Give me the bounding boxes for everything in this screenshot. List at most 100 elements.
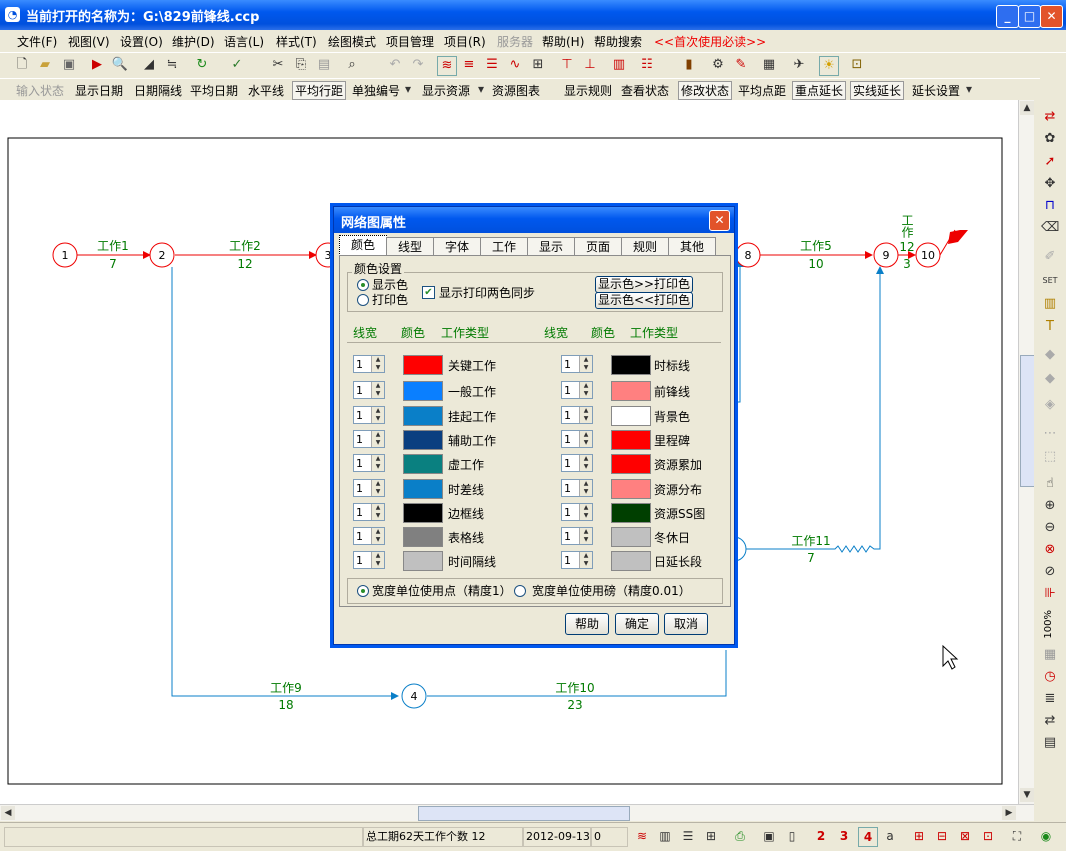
hierarchy-icon[interactable]: ⊞ bbox=[529, 56, 547, 74]
line-width-spinner[interactable]: 1 ▲ ▼ bbox=[353, 503, 385, 521]
dash-icon[interactable]: ⋯ bbox=[1041, 425, 1059, 443]
minimize-button[interactable]: _ bbox=[996, 5, 1019, 28]
text-tool-icon[interactable]: T bbox=[1041, 318, 1059, 336]
find-icon[interactable]: ⌕ bbox=[343, 56, 361, 74]
input-status-button[interactable]: 输入状态 bbox=[16, 82, 64, 99]
horizontal-scroll-thumb[interactable] bbox=[418, 806, 630, 821]
lines-icon[interactable]: ≣ bbox=[1041, 690, 1059, 708]
edit-icon[interactable]: ✎ bbox=[732, 56, 750, 74]
tab-page[interactable]: 页面 bbox=[574, 237, 622, 256]
calendar-icon[interactable]: ▦ bbox=[760, 56, 778, 74]
menu-style[interactable]: 样式(T) bbox=[276, 33, 317, 50]
ok-button[interactable]: 确定 bbox=[615, 613, 659, 635]
status-distribute-icon[interactable]: ⊟ bbox=[933, 827, 951, 845]
status-level-3-icon[interactable]: 3 bbox=[835, 827, 853, 845]
plane-icon[interactable]: ✈ bbox=[790, 56, 808, 74]
hand-icon[interactable]: ☝ bbox=[1041, 475, 1059, 493]
scroll-left-icon[interactable]: ◀ bbox=[1, 806, 15, 820]
connect-icon[interactable]: ⊓ bbox=[1041, 197, 1059, 215]
scroll-down-icon[interactable]: ▼ bbox=[1020, 788, 1034, 802]
status-expand-icon[interactable]: ⊠ bbox=[956, 827, 974, 845]
status-align-icon[interactable]: ⊞ bbox=[910, 827, 928, 845]
show-date-button[interactable]: 显示日期 bbox=[75, 82, 123, 99]
pointer-icon[interactable]: ➚ bbox=[1041, 153, 1059, 171]
eraser-icon[interactable]: ⌫ bbox=[1041, 219, 1059, 237]
color-swatch[interactable] bbox=[403, 527, 443, 547]
status-network-icon[interactable]: ≋ bbox=[633, 827, 651, 845]
status-columns-icon[interactable]: ▥ bbox=[656, 827, 674, 845]
layer-icon[interactable]: ◆ bbox=[1041, 370, 1059, 388]
swap-icon[interactable]: ⇄ bbox=[1041, 712, 1059, 730]
line-width-spinner[interactable]: 1 ▲ ▼ bbox=[353, 454, 385, 472]
add-node-icon[interactable]: ⇄ bbox=[1041, 108, 1059, 126]
line-width-spinner[interactable]: 1 ▲ ▼ bbox=[561, 503, 593, 521]
report-icon[interactable]: ▥ bbox=[1041, 295, 1059, 313]
color-swatch[interactable] bbox=[403, 430, 443, 450]
open-folder-icon[interactable]: ▰ bbox=[36, 56, 54, 74]
scroll-up-icon[interactable]: ▲ bbox=[1020, 101, 1034, 115]
view-status-button[interactable]: 查看状态 bbox=[621, 82, 669, 99]
curve-icon[interactable]: ∿ bbox=[506, 56, 524, 74]
line-width-spinner[interactable]: 1 ▲ ▼ bbox=[561, 381, 593, 399]
save-icon[interactable]: ▣ bbox=[60, 56, 78, 74]
separate-numbering-dropdown[interactable]: ▾ bbox=[405, 82, 411, 96]
paste-icon[interactable]: ▤ bbox=[315, 56, 333, 74]
spinner-arrows-icon[interactable]: ▲ ▼ bbox=[579, 480, 592, 496]
line-width-spinner[interactable]: 1 ▲ ▼ bbox=[561, 355, 593, 373]
books-icon[interactable]: ▮ bbox=[680, 56, 698, 74]
spinner-arrows-icon[interactable]: ▲ ▼ bbox=[371, 552, 384, 568]
horizontal-line-button[interactable]: 水平线 bbox=[248, 82, 284, 99]
status-text-icon[interactable]: a bbox=[881, 827, 899, 845]
line-width-spinner[interactable]: 1 ▲ ▼ bbox=[561, 551, 593, 569]
status-level-2-icon[interactable]: 2 bbox=[812, 827, 830, 845]
color-swatch[interactable] bbox=[403, 406, 443, 426]
dialog-close-button[interactable]: ✕ bbox=[709, 210, 730, 231]
color-swatch[interactable] bbox=[611, 503, 651, 523]
zoom-region-icon[interactable]: ⊘ bbox=[1041, 563, 1059, 581]
status-page-icon[interactable]: ▣ bbox=[760, 827, 778, 845]
spinner-arrows-icon[interactable]: ▲ ▼ bbox=[579, 455, 592, 471]
table-view-icon[interactable]: ☰ bbox=[483, 56, 501, 74]
menu-project[interactable]: 项目(R) bbox=[444, 33, 486, 50]
resource-chart-button[interactable]: 资源图表 bbox=[492, 82, 540, 99]
average-point-spacing-button[interactable]: 平均点距 bbox=[738, 82, 786, 99]
line-width-spinner[interactable]: 1 ▲ ▼ bbox=[353, 479, 385, 497]
layer-up-icon[interactable]: ◆ bbox=[1041, 346, 1059, 364]
new-file-icon[interactable]: 🗋 bbox=[13, 56, 31, 74]
menu-view[interactable]: 视图(V) bbox=[68, 33, 110, 50]
color-swatch[interactable] bbox=[611, 355, 651, 375]
color-swatch[interactable] bbox=[611, 527, 651, 547]
copy-icon[interactable]: ⎘ bbox=[292, 56, 310, 74]
color-swatch[interactable] bbox=[611, 406, 651, 426]
spinner-arrows-icon[interactable]: ▲ ▼ bbox=[371, 528, 384, 544]
palette-icon[interactable]: ✿ bbox=[1041, 130, 1059, 148]
color-swatch[interactable] bbox=[611, 430, 651, 450]
set-icon[interactable]: SET bbox=[1041, 272, 1059, 290]
refresh-icon[interactable]: ↻ bbox=[193, 56, 211, 74]
spinner-arrows-icon[interactable]: ▲ ▼ bbox=[579, 431, 592, 447]
spinner-arrows-icon[interactable]: ▲ ▼ bbox=[371, 382, 384, 398]
check-icon[interactable]: ✓ bbox=[228, 56, 246, 74]
spinner-arrows-icon[interactable]: ▲ ▼ bbox=[371, 480, 384, 496]
line-width-spinner[interactable]: 1 ▲ ▼ bbox=[353, 527, 385, 545]
menu-settings[interactable]: 设置(O) bbox=[120, 33, 163, 50]
ruler-icon[interactable]: ⊪ bbox=[1041, 585, 1059, 603]
zoom-level[interactable]: 100% bbox=[1043, 610, 1054, 639]
status-globe-icon[interactable]: ◉ bbox=[1037, 827, 1055, 845]
align-bottom-icon[interactable]: ⊥ bbox=[581, 56, 599, 74]
color-swatch[interactable] bbox=[611, 454, 651, 474]
menu-maintain[interactable]: 维护(D) bbox=[172, 33, 215, 50]
color-swatch[interactable] bbox=[403, 479, 443, 499]
line-width-spinner[interactable]: 1 ▲ ▼ bbox=[561, 430, 593, 448]
align-top-icon[interactable]: ⊤ bbox=[558, 56, 576, 74]
status-fullscreen-icon[interactable]: ⛶ bbox=[1008, 827, 1026, 845]
unit-pounds-radio[interactable] bbox=[514, 585, 526, 597]
chart-icon[interactable]: ▥ bbox=[610, 56, 628, 74]
status-level-4-icon[interactable]: 4 bbox=[858, 827, 878, 847]
show-resource-button[interactable]: 显示资源 bbox=[422, 82, 470, 99]
key-extend-button[interactable]: 重点延长 bbox=[792, 81, 847, 100]
color-swatch[interactable] bbox=[403, 454, 443, 474]
menu-help-search[interactable]: 帮助搜索 bbox=[594, 33, 642, 50]
network-view-icon[interactable]: ≋ bbox=[437, 56, 457, 76]
line-width-spinner[interactable]: 1 ▲ ▼ bbox=[353, 381, 385, 399]
